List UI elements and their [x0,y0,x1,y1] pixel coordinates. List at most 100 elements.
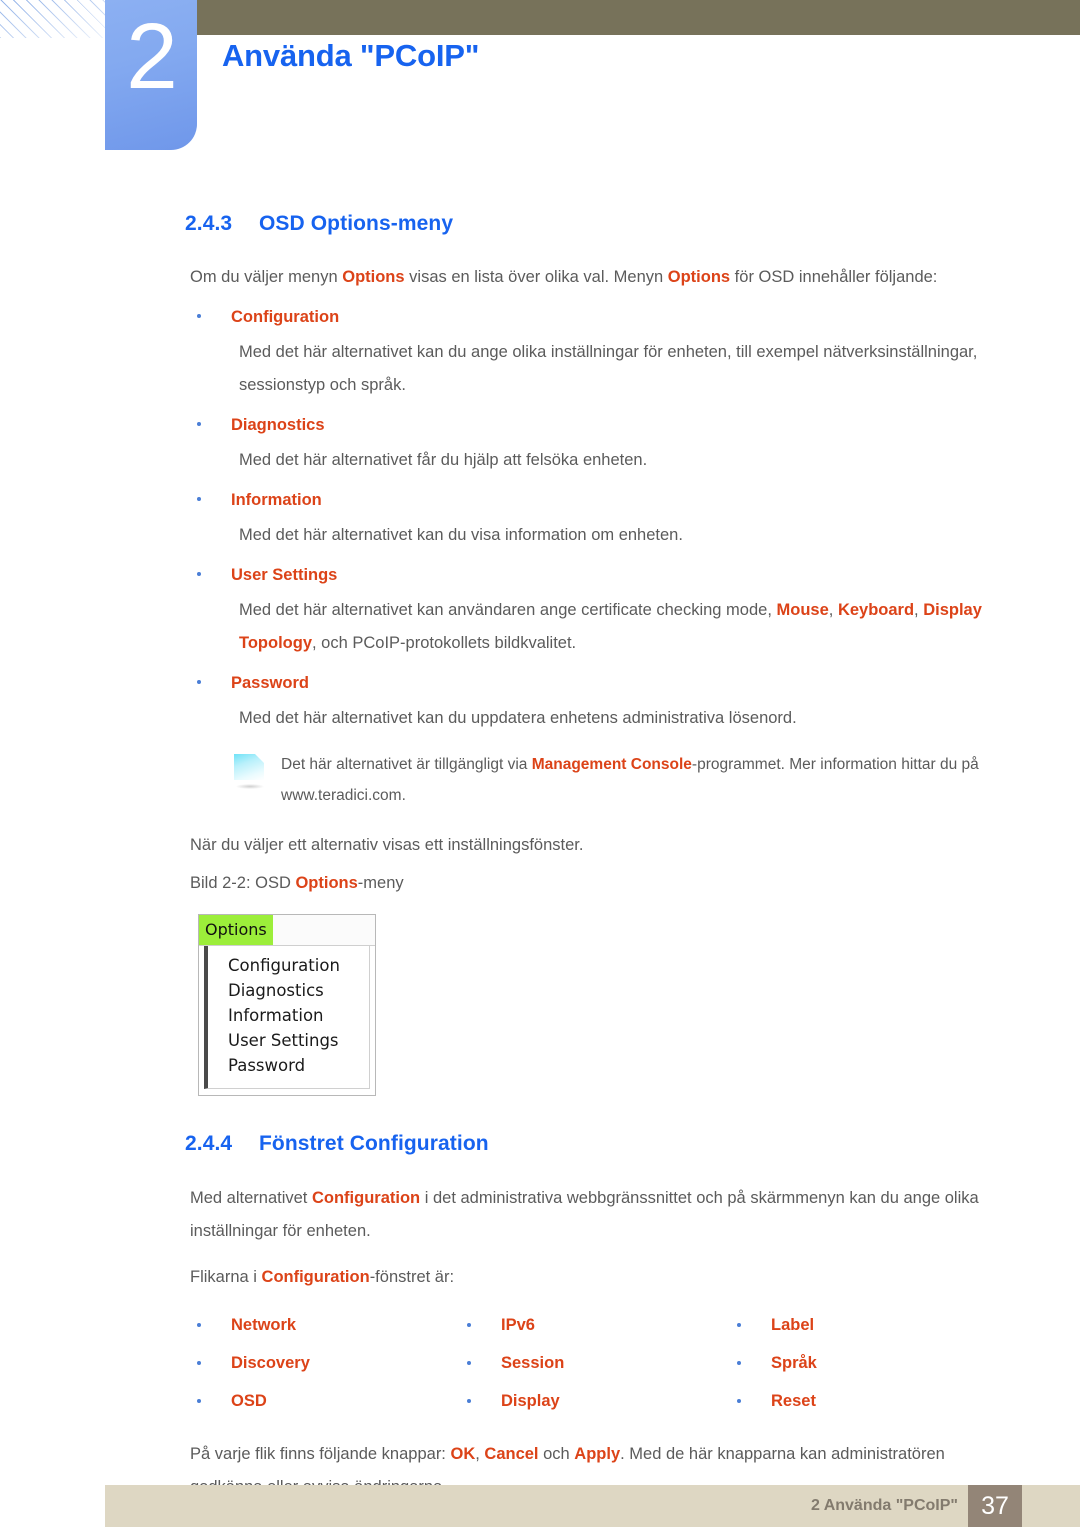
bullet-dot-icon [737,1399,741,1403]
note-icon [234,754,268,789]
user-settings-highlight-keyboard: Keyboard [837,601,915,619]
config-tabs-column-1: Network Discovery OSD [197,1306,467,1420]
osd-menu-item-configuration[interactable]: Configuration [228,953,369,978]
option-label-configuration: Configuration [231,308,340,326]
list-item: Session [467,1344,737,1382]
note-highlight-management-console: Management Console [531,756,692,773]
user-settings-text-a: Med det här alternativet kan användaren … [239,601,777,619]
osd-menu-item-information[interactable]: Information [228,1003,369,1028]
osd-options-menu-figure: Options Configuration Diagnostics Inform… [198,914,376,1096]
bullet-dot-icon [197,1361,201,1365]
list-item: IPv6 [467,1306,737,1344]
option-label-diagnostics: Diagnostics [231,416,325,434]
config-tab-network: Network [231,1316,297,1334]
config-tab-sprak: Språk [771,1354,817,1372]
osd-menu-item-diagnostics[interactable]: Diagnostics [228,978,369,1003]
figure-caption-highlight-options: Options [295,874,358,892]
option-desc-information: Med det här alternativet kan du visa inf… [239,526,683,544]
option-desc-password: Med det här alternativet kan du uppdater… [239,709,797,727]
list-item: Network [197,1306,467,1344]
chapter-title: Använda "PCoIP" [222,38,480,73]
osd-menu-list: Configuration Diagnostics Information Us… [204,946,370,1089]
config-tab-session: Session [501,1354,565,1372]
list-item: Display [467,1382,737,1420]
list-item: Configuration Med det här alternativet k… [197,302,1080,402]
config-p3-highlight-cancel: Cancel [484,1445,539,1463]
intro-highlight-options-1: Options [342,268,405,286]
after-note-paragraph: När du väljer ett alternativ visas ett i… [190,836,584,854]
intro-text-c: för OSD innehåller följande: [730,268,938,286]
config-tabs-column-3: Label Språk Reset [737,1306,1007,1420]
list-item: Reset [737,1382,1007,1420]
config-tab-discovery: Discovery [231,1354,310,1372]
user-settings-text-d: , och PCoIP-protokollets bildkvalitet. [312,634,577,652]
bullet-dot-icon [467,1361,471,1365]
note-text: Det här alternativet är tillgängligt via… [281,749,1080,811]
note-text-a: Det här alternativet är tillgängligt via [281,756,532,773]
osd-tab-row: Options [199,915,375,946]
osd-menu-item-password[interactable]: Password [228,1053,369,1078]
page-number: 37 [968,1485,1022,1527]
bullet-dot-icon [467,1399,471,1403]
user-settings-text-b: , [828,601,838,619]
user-settings-text-c: , [914,601,924,619]
config-p1-highlight: Configuration [311,1189,421,1207]
config-p3-highlight-apply: Apply [574,1445,621,1463]
list-item: Password Med det här alternativet kan du… [197,668,1080,735]
config-tab-display: Display [501,1392,560,1410]
list-item: OSD [197,1382,467,1420]
config-tabs-columns: Network Discovery OSD IPv6 Session Displ… [197,1306,1027,1420]
figure-caption: Bild 2-2: OSD Options-meny [190,867,1008,900]
config-p2-highlight: Configuration [261,1268,370,1286]
list-item: Discovery [197,1344,467,1382]
section-number-243: 2.4.3 [185,212,233,235]
section-title-244: Fönstret Configuration [259,1132,489,1155]
config-paragraph-2: Flikarna i Configuration-fönstret är: [190,1261,1008,1294]
option-label-user-settings: User Settings [231,566,338,584]
osd-tab-options[interactable]: Options [199,915,273,945]
bullet-dot-icon [467,1323,471,1327]
config-tab-osd: OSD [231,1392,267,1410]
list-item: User Settings Med det här alternativet k… [197,560,1080,660]
bullet-dot-icon [197,680,201,684]
bullet-dot-icon [197,314,201,318]
chapter-number-tab: 2 [105,0,197,150]
header-olive-bar [197,0,1080,35]
figure-caption-a: Bild 2-2: OSD [190,874,296,892]
section-heading-244: 2.4.4 Fönstret Configuration [185,1132,1080,1156]
config-p3-highlight-ok: OK [450,1445,476,1463]
page-content: 2.4.3 OSD Options-meny Om du väljer menyn… [0,160,1080,1504]
intro-highlight-options-2: Options [667,268,731,286]
diagonal-hatch-decoration [0,0,107,38]
option-label-password: Password [231,674,309,692]
option-desc-configuration: Med det här alternativet kan du ange oli… [239,343,978,394]
config-tab-label: Label [771,1316,815,1334]
chapter-number: 2 [126,4,178,108]
config-tabs-column-2: IPv6 Session Display [467,1306,737,1420]
config-p1-a: Med alternativet [190,1189,312,1207]
bullet-dot-icon [197,1399,201,1403]
intro-text-b: visas en lista över olika val. Menyn [404,268,668,286]
bullet-dot-icon [197,497,201,501]
config-tab-ipv6: IPv6 [501,1316,535,1334]
option-label-information: Information [231,491,322,509]
config-paragraph-1: Med alternativet Configuration i det adm… [190,1182,1008,1248]
user-settings-highlight-mouse: Mouse [776,601,829,619]
bullet-dot-icon [197,1323,201,1327]
option-desc-user-settings: Med det här alternativet kan användaren … [197,594,1057,660]
section-number-244: 2.4.4 [185,1132,233,1155]
section-title-243: OSD Options-meny [259,212,454,235]
list-item: Språk [737,1344,1007,1382]
list-item: Label [737,1306,1007,1344]
osd-menu-item-user-settings[interactable]: User Settings [228,1028,369,1053]
bullet-dot-icon [197,572,201,576]
footer-chapter-label: 2 Använda "PCoIP" [810,1497,958,1514]
config-p3-a: På varje flik finns följande knappar: [190,1445,451,1463]
bullet-dot-icon [197,422,201,426]
config-p2-b: -fönstret är: [369,1268,455,1286]
bullet-dot-icon [737,1323,741,1327]
config-p3-c: och [538,1445,575,1463]
bullet-dot-icon [737,1361,741,1365]
options-list: Configuration Med det här alternativet k… [197,302,1080,735]
list-item: Diagnostics Med det här alternativet får… [197,410,1080,477]
